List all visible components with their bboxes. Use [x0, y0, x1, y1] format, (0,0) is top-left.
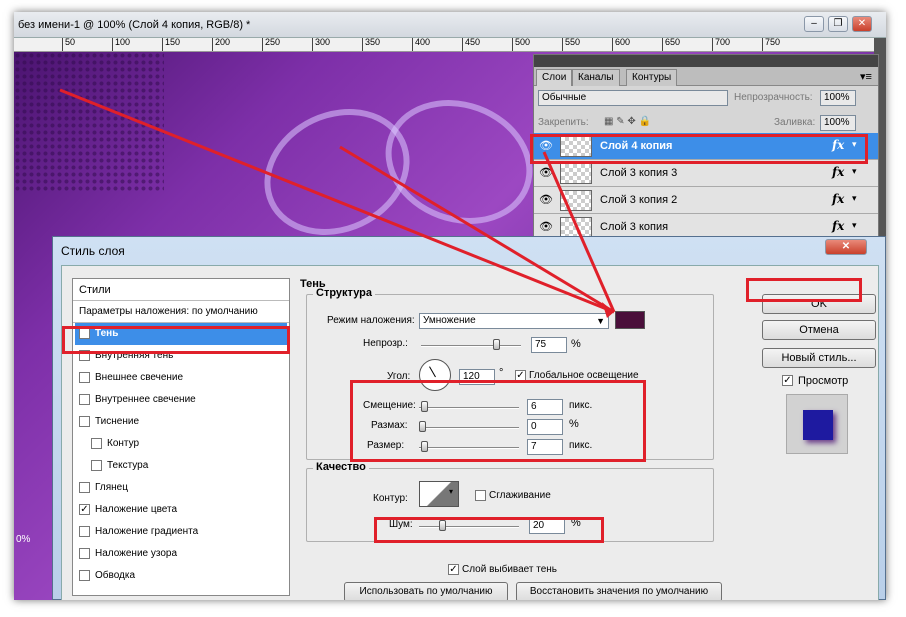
arrow-line — [339, 145, 615, 314]
arrow-line — [59, 88, 615, 314]
photoshop-screenshot: без имени-1 @ 100% (Слой 4 копия, RGB/8)… — [14, 12, 886, 600]
annotation-arrows — [59, 88, 616, 318]
